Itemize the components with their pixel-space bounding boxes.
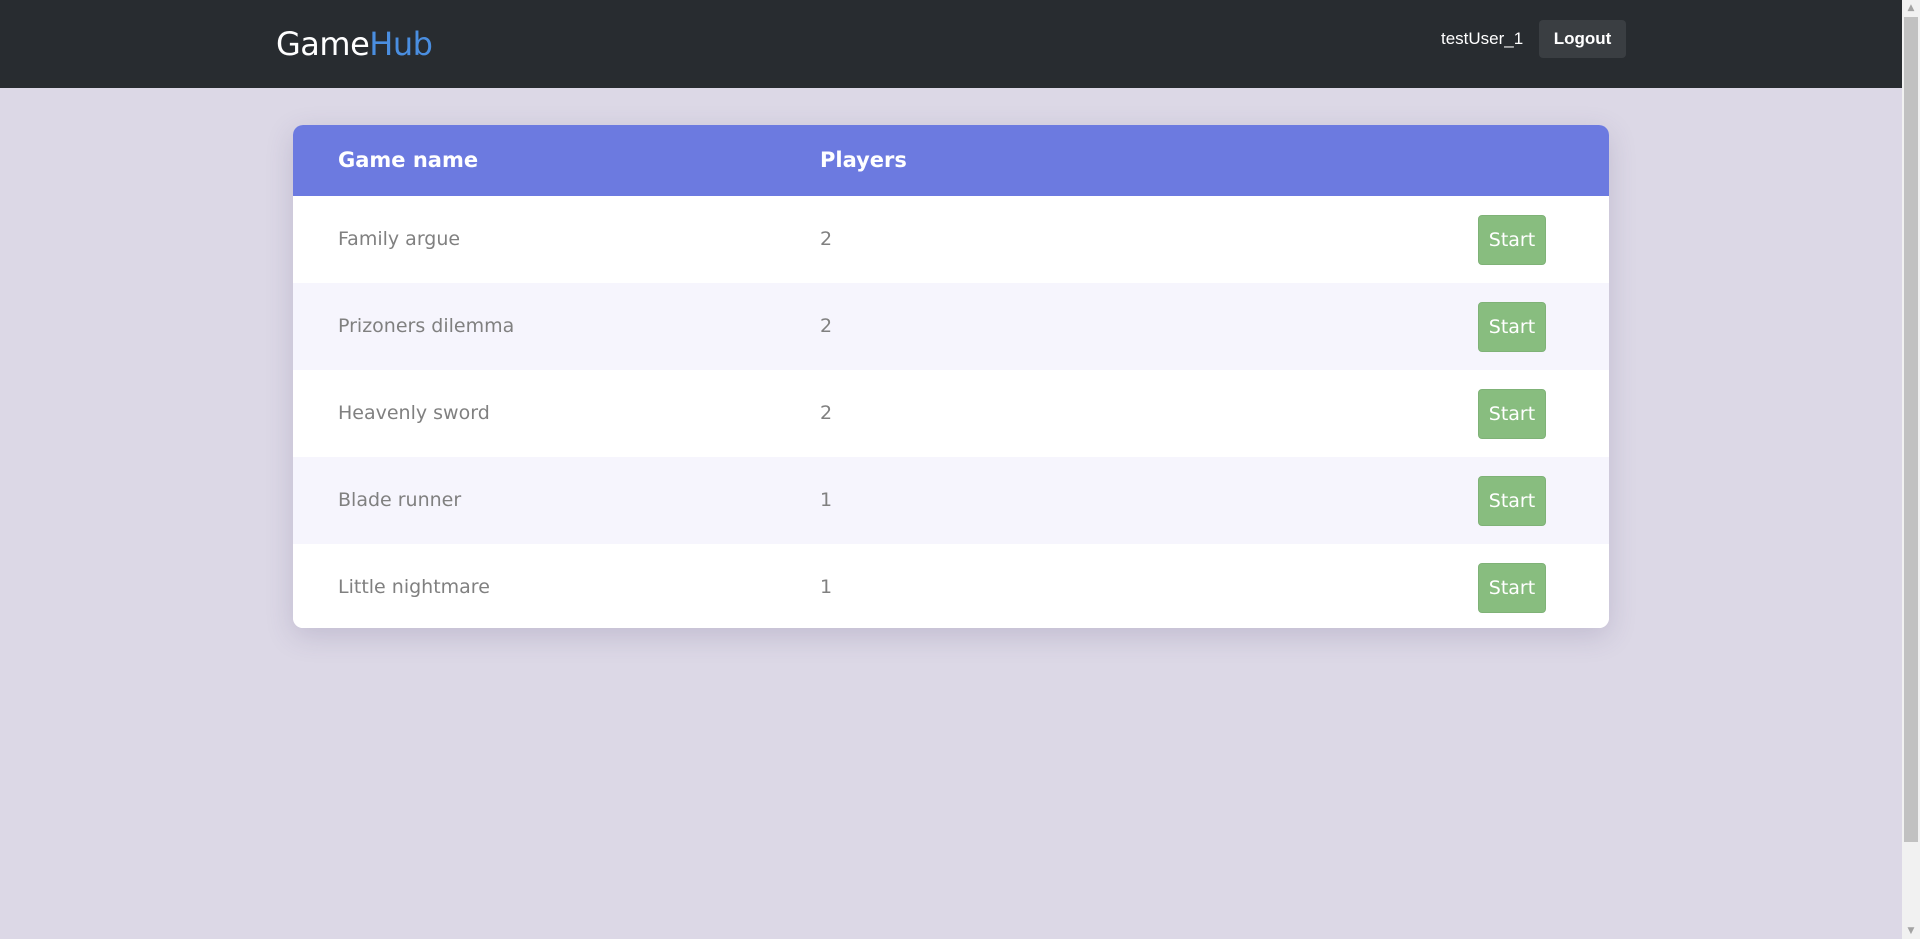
- table-row: Blade runner 1 Start: [293, 457, 1609, 544]
- start-game-button[interactable]: Start: [1478, 215, 1546, 265]
- logo-text-hub: Hub: [369, 25, 433, 63]
- game-name-cell: Heavenly sword: [338, 402, 490, 424]
- game-name-cell: Blade runner: [338, 489, 462, 511]
- column-header-game-name: Game name: [338, 148, 479, 172]
- scroll-up-arrow-icon[interactable]: ▲: [1902, 0, 1920, 16]
- start-game-button[interactable]: Start: [1478, 302, 1546, 352]
- game-name-cell: Family argue: [338, 228, 461, 250]
- top-navbar: GameHub testUser_1 Logout: [0, 0, 1902, 88]
- table-row: Prizoners dilemma 2 Start: [293, 283, 1609, 370]
- start-game-button[interactable]: Start: [1478, 389, 1546, 439]
- table-header: Game name Players: [293, 125, 1609, 196]
- page-scrollbar[interactable]: ▲ ▼: [1902, 0, 1920, 939]
- players-cell: 2: [820, 228, 833, 250]
- scrollbar-thumb[interactable]: [1904, 17, 1918, 842]
- games-table-card: Game name Players Family argue 2 Start P…: [293, 125, 1609, 628]
- username-label: testUser_1: [1441, 29, 1524, 48]
- players-cell: 2: [820, 402, 833, 424]
- start-game-button[interactable]: Start: [1478, 476, 1546, 526]
- players-cell: 1: [820, 489, 833, 511]
- logout-button[interactable]: Logout: [1539, 20, 1626, 58]
- start-game-button[interactable]: Start: [1478, 563, 1546, 613]
- column-header-players: Players: [820, 148, 907, 172]
- gamehub-logo[interactable]: GameHub: [276, 24, 433, 64]
- players-cell: 1: [820, 576, 833, 598]
- table-row: Family argue 2 Start: [293, 196, 1609, 283]
- players-cell: 2: [820, 315, 833, 337]
- game-name-cell: Little nightmare: [338, 576, 490, 598]
- table-row: Heavenly sword 2 Start: [293, 370, 1609, 457]
- games-table-body: Family argue 2 Start Prizoners dilemma 2…: [293, 196, 1609, 628]
- game-name-cell: Prizoners dilemma: [338, 315, 515, 337]
- table-row: Little nightmare 1 Start: [293, 544, 1609, 628]
- logo-text-game: Game: [276, 25, 370, 63]
- scroll-down-arrow-icon[interactable]: ▼: [1902, 923, 1920, 939]
